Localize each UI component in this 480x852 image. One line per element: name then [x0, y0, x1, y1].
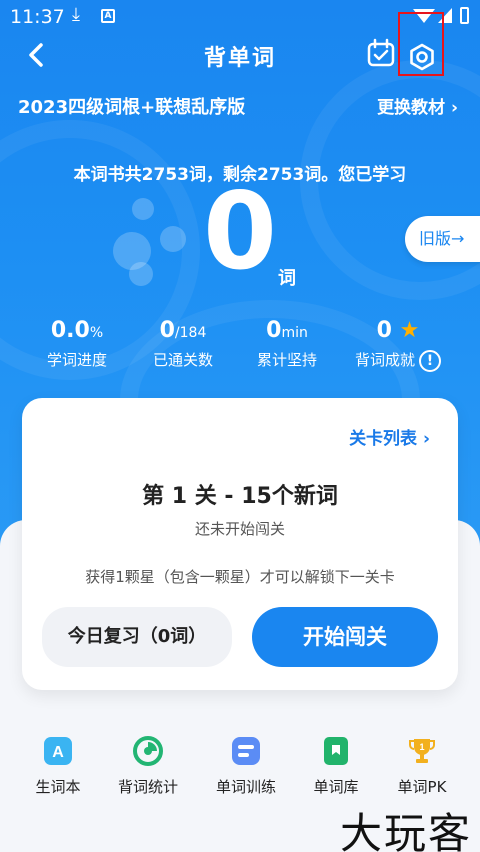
- notification-app-icon: A: [101, 9, 115, 23]
- level-status: 还未开始闯关: [194, 520, 285, 538]
- stat-progress-unit: %: [89, 325, 104, 341]
- chevron-left-icon: [29, 43, 43, 67]
- today-review-button[interactable]: 今日复习（0词）: [42, 607, 232, 667]
- svg-text:A: A: [52, 744, 64, 761]
- calendar-button[interactable]: [366, 38, 398, 70]
- change-book-link[interactable]: 更换教材 ›: [377, 93, 458, 118]
- stat-minutes: 0min 累计坚持: [232, 318, 342, 370]
- trophy-icon: 1: [409, 739, 435, 763]
- stat-minutes-value: 0: [266, 318, 282, 343]
- gear-icon: [410, 43, 434, 71]
- stat-stars-value: 0: [376, 318, 392, 343]
- tool-label: 背词统计: [117, 778, 178, 796]
- statistics-icon: [133, 736, 163, 766]
- unlock-tip: 获得1颗星（包含一颗星）才可以解锁下一关卡: [85, 568, 395, 586]
- tool-label: 单词PK: [397, 778, 447, 796]
- stat-progress-value: 0.0: [50, 318, 90, 343]
- info-icon[interactable]: !: [419, 349, 441, 372]
- tool-label: 单词训练: [215, 778, 276, 796]
- bottom-tools: A 生词本 背词统计 单词训练 单词库 1 单词PK: [0, 736, 480, 806]
- battery-icon: [460, 7, 469, 24]
- decor-bubble: [132, 198, 154, 220]
- level-card: 关卡列表 › 第 1 关 - 15个新词 还未开始闯关 获得1颗星（包含一颗星）…: [22, 398, 458, 690]
- tool-word-pk[interactable]: 1 单词PK: [374, 736, 470, 797]
- tool-label: 单词库: [313, 778, 359, 796]
- learned-count: 0: [203, 170, 277, 293]
- stat-minutes-label: 累计坚持: [256, 351, 317, 369]
- book-row: 2023四级词根+联想乱序版 更换教材 ›: [0, 93, 480, 119]
- old-version-button[interactable]: 旧版→: [405, 216, 480, 262]
- tool-vocab-book[interactable]: A 生词本: [10, 736, 106, 797]
- tool-word-library[interactable]: 单词库: [288, 736, 384, 797]
- stat-levels-unit: /184: [174, 325, 207, 341]
- stat-levels: 0/184 已通关数: [128, 318, 238, 370]
- back-button[interactable]: [22, 38, 52, 72]
- tool-label: 生词本: [35, 778, 81, 796]
- level-title: 第 1 关 - 15个新词: [142, 484, 338, 509]
- stat-progress-label: 学词进度: [46, 351, 107, 369]
- settings-button[interactable]: [398, 12, 444, 76]
- learned-unit: 词: [278, 268, 296, 289]
- start-level-button[interactable]: 开始闯关: [252, 607, 438, 667]
- stat-achievement-label: 背词成就: [354, 351, 415, 369]
- star-icon: ★: [399, 318, 420, 343]
- top-bar: 背单词: [0, 12, 480, 76]
- stat-levels-value: 0: [159, 318, 175, 343]
- level-list-link[interactable]: 关卡列表 ›: [349, 424, 430, 449]
- stat-minutes-unit: min: [281, 325, 308, 341]
- tool-training[interactable]: 单词训练: [198, 736, 294, 797]
- stat-progress: 0.0% 学词进度: [22, 318, 132, 370]
- stat-levels-label: 已通关数: [152, 351, 213, 369]
- download-icon: ⤓: [72, 4, 80, 25]
- calendar-check-icon: [367, 38, 395, 67]
- tool-statistics[interactable]: 背词统计: [100, 736, 196, 797]
- training-icon: [232, 737, 260, 765]
- stat-achievement[interactable]: 0 ★ 背词成就!: [338, 318, 458, 372]
- decor-bubble: [129, 262, 153, 286]
- word-library-icon: [324, 737, 348, 765]
- watermark: 大玩客: [339, 809, 472, 852]
- decor-bubble: [160, 226, 186, 252]
- status-time: 11:37: [10, 6, 65, 28]
- book-name: 2023四级词根+联想乱序版: [18, 97, 246, 118]
- svg-text:1: 1: [419, 742, 424, 752]
- vocab-book-icon: A: [44, 737, 72, 765]
